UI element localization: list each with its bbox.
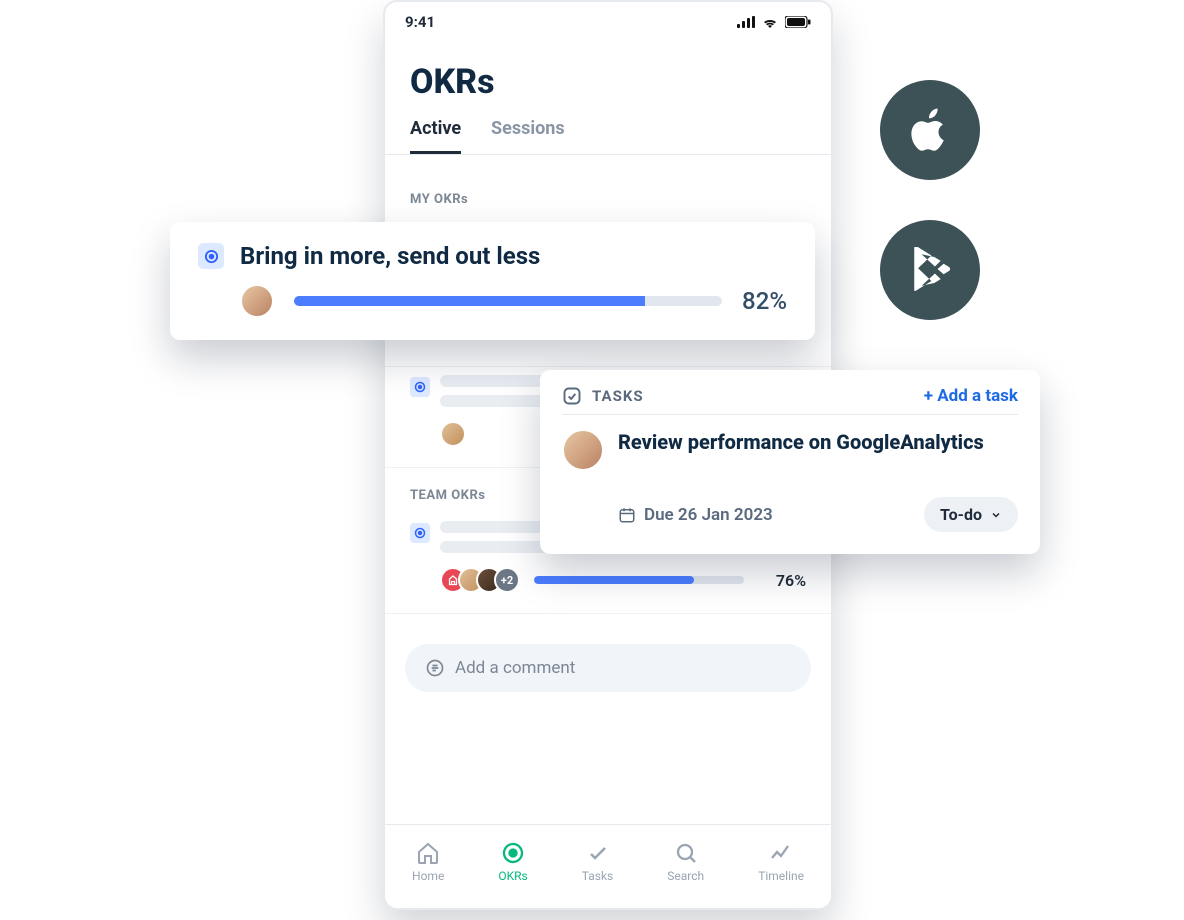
task-title[interactable]: Review performance on GoogleAnalytics	[618, 429, 984, 471]
okr-title: Bring in more, send out less	[240, 242, 540, 270]
target-icon	[198, 243, 224, 269]
target-icon	[501, 841, 525, 865]
add-task-button[interactable]: + Add a task	[924, 386, 1018, 406]
comment-icon	[425, 658, 445, 678]
status-label: To-do	[940, 505, 982, 524]
comment-placeholder: Add a comment	[455, 658, 575, 678]
status-icons	[737, 16, 811, 28]
play-icon	[909, 247, 951, 293]
tabs: Active Sessions	[385, 110, 831, 155]
task-due: Due 26 Jan 2023	[618, 505, 773, 525]
checkbox-icon	[562, 386, 582, 406]
nav-home[interactable]: Home	[412, 841, 444, 883]
status-bar: 9:41	[385, 2, 831, 42]
due-text: Due 26 Jan 2023	[644, 505, 773, 525]
avatar	[440, 421, 466, 447]
nav-tasks[interactable]: Tasks	[582, 841, 614, 883]
avatar-stack: +2	[440, 567, 520, 593]
battery-icon	[785, 16, 811, 28]
add-comment-input[interactable]: Add a comment	[405, 644, 811, 692]
check-icon	[586, 841, 610, 865]
nav-label: OKRs	[498, 869, 527, 883]
progress-value: 82%	[742, 287, 787, 315]
trend-icon	[769, 841, 793, 865]
calendar-icon	[618, 506, 636, 524]
tasks-section-label: TASKS	[592, 387, 644, 405]
home-icon	[416, 841, 440, 865]
task-card: TASKS + Add a task Review performance on…	[540, 370, 1040, 554]
target-icon	[410, 523, 430, 543]
progress-value: 76%	[758, 571, 806, 590]
target-icon	[410, 377, 430, 397]
nav-timeline[interactable]: Timeline	[758, 841, 804, 883]
progress-bar	[534, 576, 744, 584]
page-title: OKRs	[385, 42, 831, 110]
tab-active[interactable]: Active	[410, 110, 461, 154]
avatar	[240, 284, 274, 318]
avatar	[562, 429, 604, 471]
wifi-icon	[761, 16, 779, 28]
nav-label: Tasks	[582, 869, 614, 883]
nav-search[interactable]: Search	[667, 841, 704, 883]
nav-okrs[interactable]: OKRs	[498, 841, 527, 883]
tab-sessions[interactable]: Sessions	[491, 110, 565, 154]
section-my-okrs: MY OKRs	[385, 172, 831, 217]
signal-icon	[737, 16, 755, 28]
apple-icon	[908, 104, 952, 156]
nav-label: Timeline	[758, 869, 804, 883]
status-time: 9:41	[405, 13, 435, 31]
search-icon	[674, 841, 698, 865]
status-dropdown[interactable]: To-do	[924, 497, 1018, 532]
nav-label: Home	[412, 869, 444, 883]
avatar-overflow[interactable]: +2	[494, 567, 520, 593]
play-store-badge[interactable]	[880, 220, 980, 320]
progress-bar	[294, 296, 722, 306]
nav-label: Search	[667, 869, 704, 883]
bottom-nav: Home OKRs Tasks Search Timeline	[385, 824, 831, 898]
app-store-badge[interactable]	[880, 80, 980, 180]
chevron-down-icon	[990, 509, 1002, 521]
okr-card[interactable]: Bring in more, send out less 82%	[170, 222, 815, 340]
